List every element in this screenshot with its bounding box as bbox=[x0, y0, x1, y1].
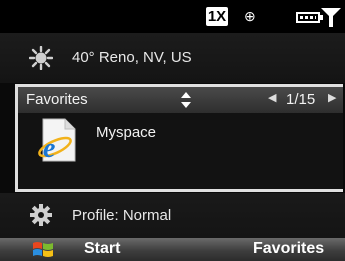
favorites-title: Favorites bbox=[26, 91, 88, 108]
windows-flag-icon[interactable] bbox=[32, 240, 54, 259]
page-indicator: 1/15 bbox=[286, 91, 316, 108]
profile-row[interactable]: Profile: Normal bbox=[0, 193, 345, 238]
start-softkey[interactable]: Start bbox=[84, 240, 120, 258]
internet-explorer-icon[interactable]: e bbox=[35, 117, 81, 163]
svg-text:e: e bbox=[43, 133, 55, 163]
favorites-softkey[interactable]: Favorites bbox=[253, 240, 324, 258]
status-bar: 1X ⊕ bbox=[0, 0, 345, 33]
next-arrow-icon[interactable]: ▶ bbox=[328, 91, 336, 104]
sun-icon bbox=[29, 46, 53, 70]
weather-row[interactable]: 40° Reno, NV, US bbox=[0, 33, 345, 83]
favorites-header: Favorites ◀ 1/15 ▶ bbox=[18, 87, 343, 113]
signal-strength-icon bbox=[321, 8, 341, 27]
profile-text: Profile: Normal bbox=[72, 207, 172, 224]
weather-text: 40° Reno, NV, US bbox=[72, 49, 192, 66]
gps-icon: ⊕ bbox=[244, 8, 256, 24]
gear-icon bbox=[30, 204, 52, 226]
network-type-badge: 1X bbox=[206, 7, 228, 26]
battery-icon bbox=[296, 12, 323, 23]
softkey-bar: Start Favorites bbox=[0, 238, 345, 261]
previous-arrow-icon[interactable]: ◀ bbox=[268, 91, 276, 104]
favorite-item-label[interactable]: Myspace bbox=[96, 124, 156, 141]
up-down-arrows-icon[interactable] bbox=[180, 91, 192, 109]
favorites-panel[interactable]: Favorites ◀ 1/15 ▶ e Myspace bbox=[15, 84, 343, 192]
